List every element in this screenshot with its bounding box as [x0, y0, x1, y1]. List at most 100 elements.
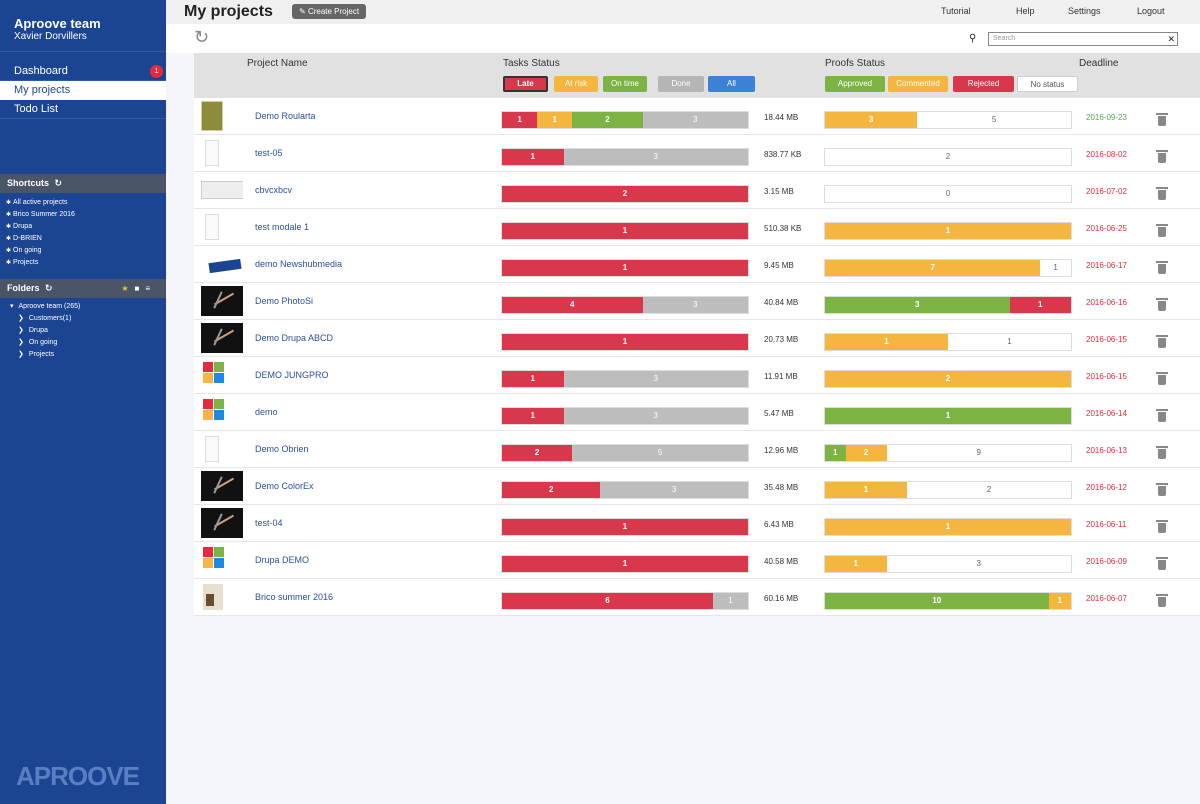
col-proofs-status[interactable]: Proofs Status — [825, 58, 885, 69]
done-segment[interactable]: 3 — [642, 112, 748, 128]
project-name-link[interactable]: test-04 — [255, 518, 283, 528]
task-filter-on-time[interactable]: On time — [603, 76, 647, 92]
nav-item-todo-list[interactable]: Todo List — [0, 100, 166, 119]
approved-segment[interactable]: 10 — [825, 593, 1049, 609]
project-name-link[interactable]: cbvcxbcv — [255, 185, 292, 195]
trash-icon[interactable] — [1156, 260, 1168, 274]
nostatus-segment[interactable]: 2 — [825, 149, 1071, 165]
shortcut-item[interactable]: ✱ D-BRIEN — [6, 233, 166, 245]
folder-item[interactable]: ❯ Drupa — [0, 325, 166, 337]
nostatus-segment[interactable]: 3 — [886, 556, 1071, 572]
commented-segment[interactable]: 1 — [825, 334, 948, 350]
late-segment[interactable]: 1 — [502, 260, 748, 276]
shortcut-item[interactable]: ✱ Drupa — [6, 221, 166, 233]
project-name-link[interactable]: test modale 1 — [255, 222, 309, 232]
trash-icon[interactable] — [1156, 297, 1168, 311]
nostatus-segment[interactable]: 2 — [907, 482, 1071, 498]
nav-item-my-projects[interactable]: My projects — [0, 81, 166, 100]
project-thumbnail[interactable] — [201, 175, 243, 205]
trash-icon[interactable] — [1156, 593, 1168, 607]
project-thumbnail[interactable] — [201, 397, 243, 427]
nostatus-segment[interactable]: 1 — [948, 334, 1071, 350]
trash-icon[interactable] — [1156, 519, 1168, 533]
project-thumbnail[interactable] — [201, 101, 243, 131]
ontime-segment[interactable]: 2 — [572, 112, 643, 128]
trash-icon[interactable] — [1156, 556, 1168, 570]
shortcut-item[interactable]: ✱ Projects — [6, 257, 166, 269]
nostatus-segment[interactable]: 1 — [1040, 260, 1071, 276]
proof-filter-no-status[interactable]: No status — [1017, 76, 1078, 92]
col-project-name[interactable]: Project Name — [247, 58, 308, 69]
late-segment[interactable]: 1 — [502, 112, 538, 128]
logout-link[interactable]: Logout — [1137, 6, 1165, 16]
project-thumbnail[interactable] — [201, 508, 243, 538]
done-segment[interactable]: 3 — [563, 371, 748, 387]
project-thumbnail[interactable] — [201, 286, 243, 316]
trash-icon[interactable] — [1156, 149, 1168, 163]
done-segment[interactable]: 5 — [572, 445, 748, 461]
help-link[interactable]: Help — [1016, 6, 1035, 16]
project-name-link[interactable]: Demo PhotoSi — [255, 296, 313, 306]
folder-item[interactable]: ❯ Projects — [0, 349, 166, 361]
approved-segment[interactable]: 3 — [825, 297, 1010, 313]
project-thumbnail[interactable] — [201, 138, 243, 168]
trash-icon[interactable] — [1156, 186, 1168, 200]
task-filter-late[interactable]: Late — [503, 76, 548, 92]
commented-segment[interactable]: 2 — [825, 371, 1071, 387]
project-name-link[interactable]: Demo ColorEx — [255, 481, 314, 491]
project-thumbnail[interactable] — [201, 434, 243, 464]
commented-segment[interactable]: 3 — [825, 112, 918, 128]
project-thumbnail[interactable] — [201, 249, 243, 279]
col-tasks-status[interactable]: Tasks Status — [503, 58, 560, 69]
proof-filter-rejected[interactable]: Rejected — [953, 76, 1014, 92]
done-segment[interactable]: 3 — [642, 297, 748, 313]
project-thumbnail[interactable] — [201, 471, 243, 501]
commented-segment[interactable]: 1 — [825, 223, 1071, 239]
done-segment[interactable]: 1 — [712, 593, 748, 609]
star-icon[interactable]: ★ — [121, 284, 134, 293]
proof-filter-approved[interactable]: Approved — [825, 76, 885, 92]
late-segment[interactable]: 1 — [502, 519, 748, 535]
commented-segment[interactable]: 7 — [825, 260, 1041, 276]
late-segment[interactable]: 2 — [502, 186, 748, 202]
folder-root[interactable]: ▾ Aproove team (265) — [0, 298, 166, 313]
search-input[interactable]: Search ✕ — [988, 32, 1178, 46]
refresh-icon[interactable]: ↻ — [45, 283, 53, 293]
nostatus-segment[interactable]: 9 — [886, 445, 1071, 461]
late-segment[interactable]: 1 — [502, 334, 748, 350]
rejected-segment[interactable]: 1 — [1009, 297, 1071, 313]
task-filter-at-risk[interactable]: At risk — [554, 76, 598, 92]
project-name-link[interactable]: test-05 — [255, 148, 283, 158]
project-name-link[interactable]: Demo Roularta — [255, 111, 316, 121]
project-name-link[interactable]: Demo Obrien — [255, 444, 309, 454]
done-segment[interactable]: 3 — [600, 482, 748, 498]
tutorial-link[interactable]: Tutorial — [941, 6, 971, 16]
list-icon[interactable]: ≡ — [145, 284, 156, 293]
folder-add-icon[interactable]: ■ — [134, 284, 145, 293]
trash-icon[interactable] — [1156, 223, 1168, 237]
approved-segment[interactable]: 1 — [825, 445, 846, 461]
nostatus-segment[interactable]: 5 — [917, 112, 1071, 128]
project-name-link[interactable]: Brico summer 2016 — [255, 592, 333, 602]
late-segment[interactable]: 1 — [502, 149, 564, 165]
proof-filter-commented[interactable]: Commented — [888, 76, 948, 92]
project-name-link[interactable]: Demo Drupa ABCD — [255, 333, 333, 343]
nostatus-segment[interactable]: 0 — [825, 186, 1071, 202]
folder-item[interactable]: ❯ On going — [0, 337, 166, 349]
trash-icon[interactable] — [1156, 408, 1168, 422]
col-deadline[interactable]: Deadline — [1079, 58, 1118, 69]
project-name-link[interactable]: demo — [255, 407, 278, 417]
late-segment[interactable]: 1 — [502, 556, 748, 572]
late-segment[interactable]: 1 — [502, 223, 748, 239]
commented-segment[interactable]: 1 — [825, 482, 907, 498]
done-segment[interactable]: 3 — [563, 149, 748, 165]
project-name-link[interactable]: demo Newshubmedia — [255, 259, 342, 269]
shortcut-item[interactable]: ✱ On going — [6, 245, 166, 257]
folder-item[interactable]: ❯ Customers(1) — [0, 313, 166, 325]
trash-icon[interactable] — [1156, 445, 1168, 459]
project-thumbnail[interactable] — [201, 212, 243, 242]
close-icon[interactable]: ✕ — [1167, 33, 1175, 45]
commented-segment[interactable]: 1 — [825, 556, 887, 572]
refresh-icon[interactable]: ↻ — [55, 178, 63, 188]
trash-icon[interactable] — [1156, 371, 1168, 385]
